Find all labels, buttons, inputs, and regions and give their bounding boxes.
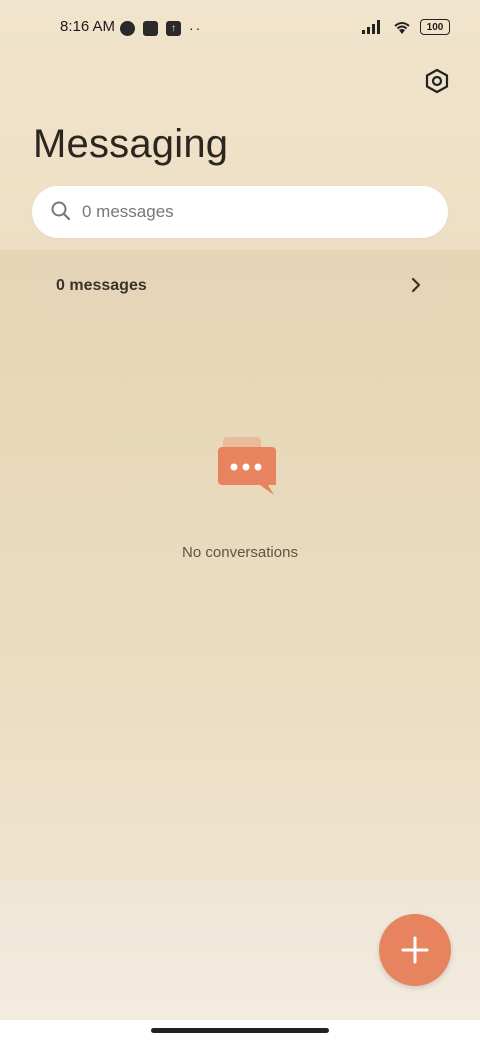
messages-summary-row[interactable]: 0 messages [32,257,448,315]
circle-icon [120,20,135,36]
messages-summary-label: 0 messages [56,277,147,294]
chevron-right-icon [411,277,421,293]
search-placeholder: 0 messages [82,202,174,221]
status-notification-icons: ↑ ·· [120,20,202,36]
search-icon [51,201,71,221]
search-input[interactable]: 0 messages [32,186,448,238]
plus-icon [401,936,429,964]
signal-icon [362,20,380,34]
page-title: Messaging [33,122,229,166]
more-dots-icon: ·· [189,20,203,36]
status-system-icons: 100 [362,19,450,35]
square-icon [143,20,158,36]
empty-state-text: No conversations [182,544,298,561]
home-gesture-bar[interactable] [151,1028,329,1033]
status-time: 8:16 AM [60,18,116,35]
status-bar: 8:16 AM ↑ ·· 100 [0,14,480,42]
chat-bubbles-icon [218,437,276,495]
battery-icon: 100 [420,19,450,35]
wifi-icon [394,22,410,34]
new-message-button[interactable] [379,914,451,986]
upload-icon: ↑ [166,20,181,36]
settings-hex-icon[interactable] [424,68,450,94]
